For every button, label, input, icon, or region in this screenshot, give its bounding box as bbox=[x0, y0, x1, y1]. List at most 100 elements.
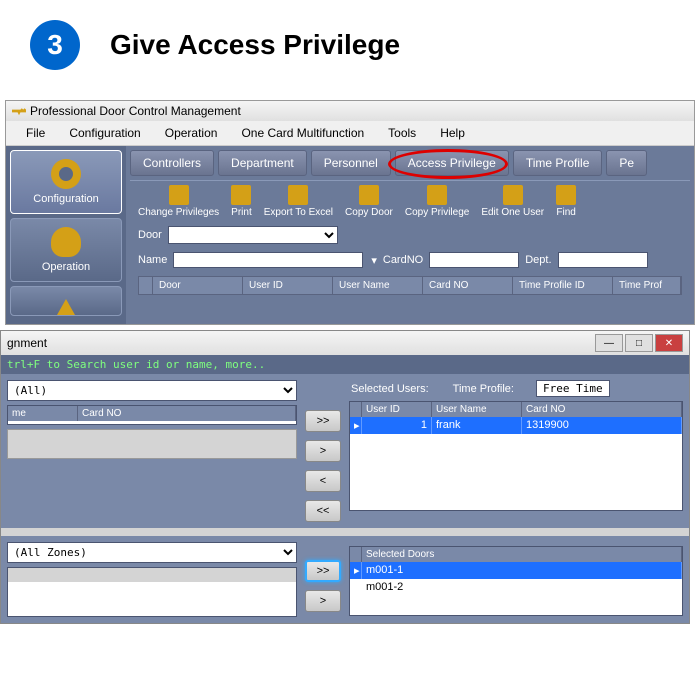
copy-door-icon bbox=[359, 185, 379, 205]
menu-configuration[interactable]: Configuration bbox=[57, 123, 152, 143]
print-icon bbox=[231, 185, 251, 205]
col-tp[interactable]: Time Prof bbox=[613, 277, 681, 294]
doors-left-panel: (All Zones) bbox=[7, 542, 297, 617]
selected-users-grid[interactable]: User ID User Name Card NO ▸ 1 frank 1319… bbox=[349, 401, 683, 511]
menu-tools[interactable]: Tools bbox=[376, 123, 428, 143]
tab-partial[interactable]: Pe bbox=[606, 150, 647, 176]
window-controls: — □ ✕ bbox=[595, 334, 683, 352]
menubar: File Configuration Operation One Card Mu… bbox=[6, 121, 694, 146]
grid-header: Door User ID User Name Card NO Time Prof… bbox=[138, 276, 682, 295]
tool-copy-privilege[interactable]: Copy Privilege bbox=[405, 185, 469, 218]
user-row-selected[interactable]: ▸ 1 frank 1319900 bbox=[350, 417, 682, 434]
available-doors-grid[interactable] bbox=[7, 567, 297, 617]
door-row-selected[interactable]: ▸ m001-1 bbox=[350, 562, 682, 579]
name-label: Name bbox=[138, 254, 167, 266]
tool-label: Export To Excel bbox=[264, 207, 333, 218]
cell-door: m001-2 bbox=[362, 579, 682, 595]
tool-label: Edit One User bbox=[481, 207, 544, 218]
cell-userid: 1 bbox=[362, 417, 432, 434]
menu-file[interactable]: File bbox=[14, 123, 57, 143]
maximize-button[interactable]: □ bbox=[625, 334, 653, 352]
grid-header: me Card NO bbox=[8, 406, 296, 421]
tool-label: Print bbox=[231, 207, 252, 218]
col-selected-doors: Selected Doors bbox=[362, 547, 682, 562]
gear-icon bbox=[51, 159, 81, 189]
tool-copy-door[interactable]: Copy Door bbox=[345, 185, 393, 218]
tool-print[interactable]: Print bbox=[231, 185, 252, 218]
tool-find[interactable]: Find bbox=[556, 185, 576, 218]
step-title: Give Access Privilege bbox=[110, 29, 400, 61]
cell-door: m001-1 bbox=[362, 562, 682, 579]
dept-input[interactable] bbox=[558, 252, 648, 268]
col-userid[interactable]: User ID bbox=[243, 277, 333, 294]
sidebar: Configuration Operation bbox=[6, 146, 126, 324]
step-number-badge: 3 bbox=[30, 20, 80, 70]
users-left-panel: (All) me Card NO bbox=[7, 380, 297, 522]
col-username: User Name bbox=[432, 402, 522, 417]
available-users-grid[interactable]: me Card NO bbox=[7, 405, 297, 425]
col-door[interactable]: Door bbox=[153, 277, 243, 294]
zones-combo[interactable]: (All Zones) bbox=[7, 542, 297, 563]
tool-export-excel[interactable]: Export To Excel bbox=[264, 185, 333, 218]
dialog-title: gnment bbox=[7, 336, 47, 350]
hint-bar: trl+F to Search user id or name, more.. bbox=[1, 355, 689, 374]
window-titlebar: Professional Door Control Management bbox=[6, 101, 694, 121]
door-select[interactable] bbox=[168, 226, 338, 244]
find-icon bbox=[556, 185, 576, 205]
cell-username: frank bbox=[432, 417, 522, 434]
tool-change-privileges[interactable]: Change Privileges bbox=[138, 185, 219, 218]
col-userid: User ID bbox=[362, 402, 432, 417]
menu-onecard[interactable]: One Card Multifunction bbox=[229, 123, 376, 143]
tool-edit-user[interactable]: Edit One User bbox=[481, 185, 544, 218]
selected-doors-grid[interactable]: Selected Doors ▸ m001-1 m001-2 bbox=[349, 546, 683, 616]
close-button[interactable]: ✕ bbox=[655, 334, 683, 352]
add-user-button[interactable]: > bbox=[305, 440, 341, 462]
cardno-label: CardNO bbox=[383, 254, 423, 266]
dialog-upper: (All) me Card NO >> > < << Selected User… bbox=[1, 374, 689, 528]
cardno-input[interactable] bbox=[429, 252, 519, 268]
remove-user-button[interactable]: < bbox=[305, 470, 341, 492]
name-input[interactable] bbox=[173, 252, 363, 268]
col-username[interactable]: User Name bbox=[333, 277, 423, 294]
sidebar-label: Operation bbox=[42, 261, 90, 273]
tab-time-profile[interactable]: Time Profile bbox=[513, 150, 603, 176]
remove-all-users-button[interactable]: << bbox=[305, 500, 341, 522]
add-all-doors-button[interactable]: >> bbox=[305, 560, 341, 582]
tab-controllers[interactable]: Controllers bbox=[130, 150, 214, 176]
tab-label: Access Privilege bbox=[408, 156, 496, 170]
grid-blank bbox=[8, 568, 296, 582]
minimize-button[interactable]: — bbox=[595, 334, 623, 352]
add-all-users-button[interactable]: >> bbox=[305, 410, 341, 432]
dialog-titlebar: gnment — □ ✕ bbox=[1, 331, 689, 355]
grid-header: Selected Doors bbox=[350, 547, 682, 562]
sidebar-configuration[interactable]: Configuration bbox=[10, 150, 122, 214]
col-me: me bbox=[8, 406, 78, 421]
sidebar-item-partial[interactable] bbox=[10, 286, 122, 316]
menu-help[interactable]: Help bbox=[428, 123, 477, 143]
tab-department[interactable]: Department bbox=[218, 150, 307, 176]
dept-label: Dept. bbox=[525, 254, 551, 266]
time-profile-value[interactable]: Free Time bbox=[536, 380, 610, 397]
tab-access-privilege[interactable]: Access Privilege bbox=[395, 150, 509, 176]
content-area: Controllers Department Personnel Access … bbox=[126, 146, 694, 324]
door-label: Door bbox=[138, 229, 162, 241]
tool-label: Copy Door bbox=[345, 207, 393, 218]
col-tpid[interactable]: Time Profile ID bbox=[513, 277, 613, 294]
door-transfer-buttons: >> > bbox=[303, 542, 343, 617]
door-row[interactable]: m001-2 bbox=[350, 579, 682, 595]
user-filter-combo[interactable]: (All) bbox=[7, 380, 297, 401]
tab-personnel[interactable]: Personnel bbox=[311, 150, 391, 176]
col-cardno[interactable]: Card NO bbox=[423, 277, 513, 294]
sidebar-operation[interactable]: Operation bbox=[10, 218, 122, 282]
dialog-lower: (All Zones) >> > Selected Doors ▸ m001-1 bbox=[1, 536, 689, 623]
main-window: Professional Door Control Management Fil… bbox=[5, 100, 695, 325]
col-cardno: Card NO bbox=[78, 406, 296, 421]
window-title: Professional Door Control Management bbox=[30, 104, 241, 118]
filter-name-row: Name ▾ CardNO Dept. bbox=[130, 248, 690, 272]
add-door-button[interactable]: > bbox=[305, 590, 341, 612]
copy-priv-icon bbox=[427, 185, 447, 205]
doors-right-panel: Selected Doors ▸ m001-1 m001-2 bbox=[349, 542, 683, 617]
menu-operation[interactable]: Operation bbox=[153, 123, 230, 143]
assignment-dialog: gnment — □ ✕ trl+F to Search user id or … bbox=[0, 330, 690, 624]
app-icon bbox=[12, 104, 26, 118]
